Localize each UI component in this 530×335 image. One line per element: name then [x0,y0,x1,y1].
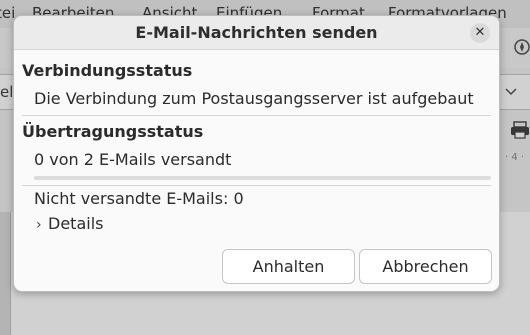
details-expander[interactable]: › Details [36,214,103,233]
cancel-button[interactable]: Abbrechen [359,249,492,284]
connection-status-heading: Verbindungsstatus [22,61,193,80]
details-label: Details [48,214,104,233]
dialog-title: E-Mail-Nachrichten senden [135,23,378,42]
close-icon: ✕ [474,25,486,40]
separator [22,115,491,116]
separator [22,185,491,186]
dialog-titlebar[interactable]: E-Mail-Nachrichten senden ✕ [14,16,499,50]
pause-button[interactable]: Anhalten [222,249,355,284]
connection-status-text: Die Verbindung zum Postausgangsserver is… [34,89,474,108]
transfer-status-text: 0 von 2 E-Mails versandt [34,150,232,169]
chevron-right-icon: › [36,217,42,233]
send-progress-bar [34,176,491,180]
close-button[interactable]: ✕ [470,23,490,43]
unsent-emails-text: Nicht versandte E-Mails: 0 [34,189,244,208]
send-emails-dialog: E-Mail-Nachrichten senden ✕ Verbindungss… [13,15,500,292]
transfer-status-heading: Übertragungsstatus [22,122,204,141]
